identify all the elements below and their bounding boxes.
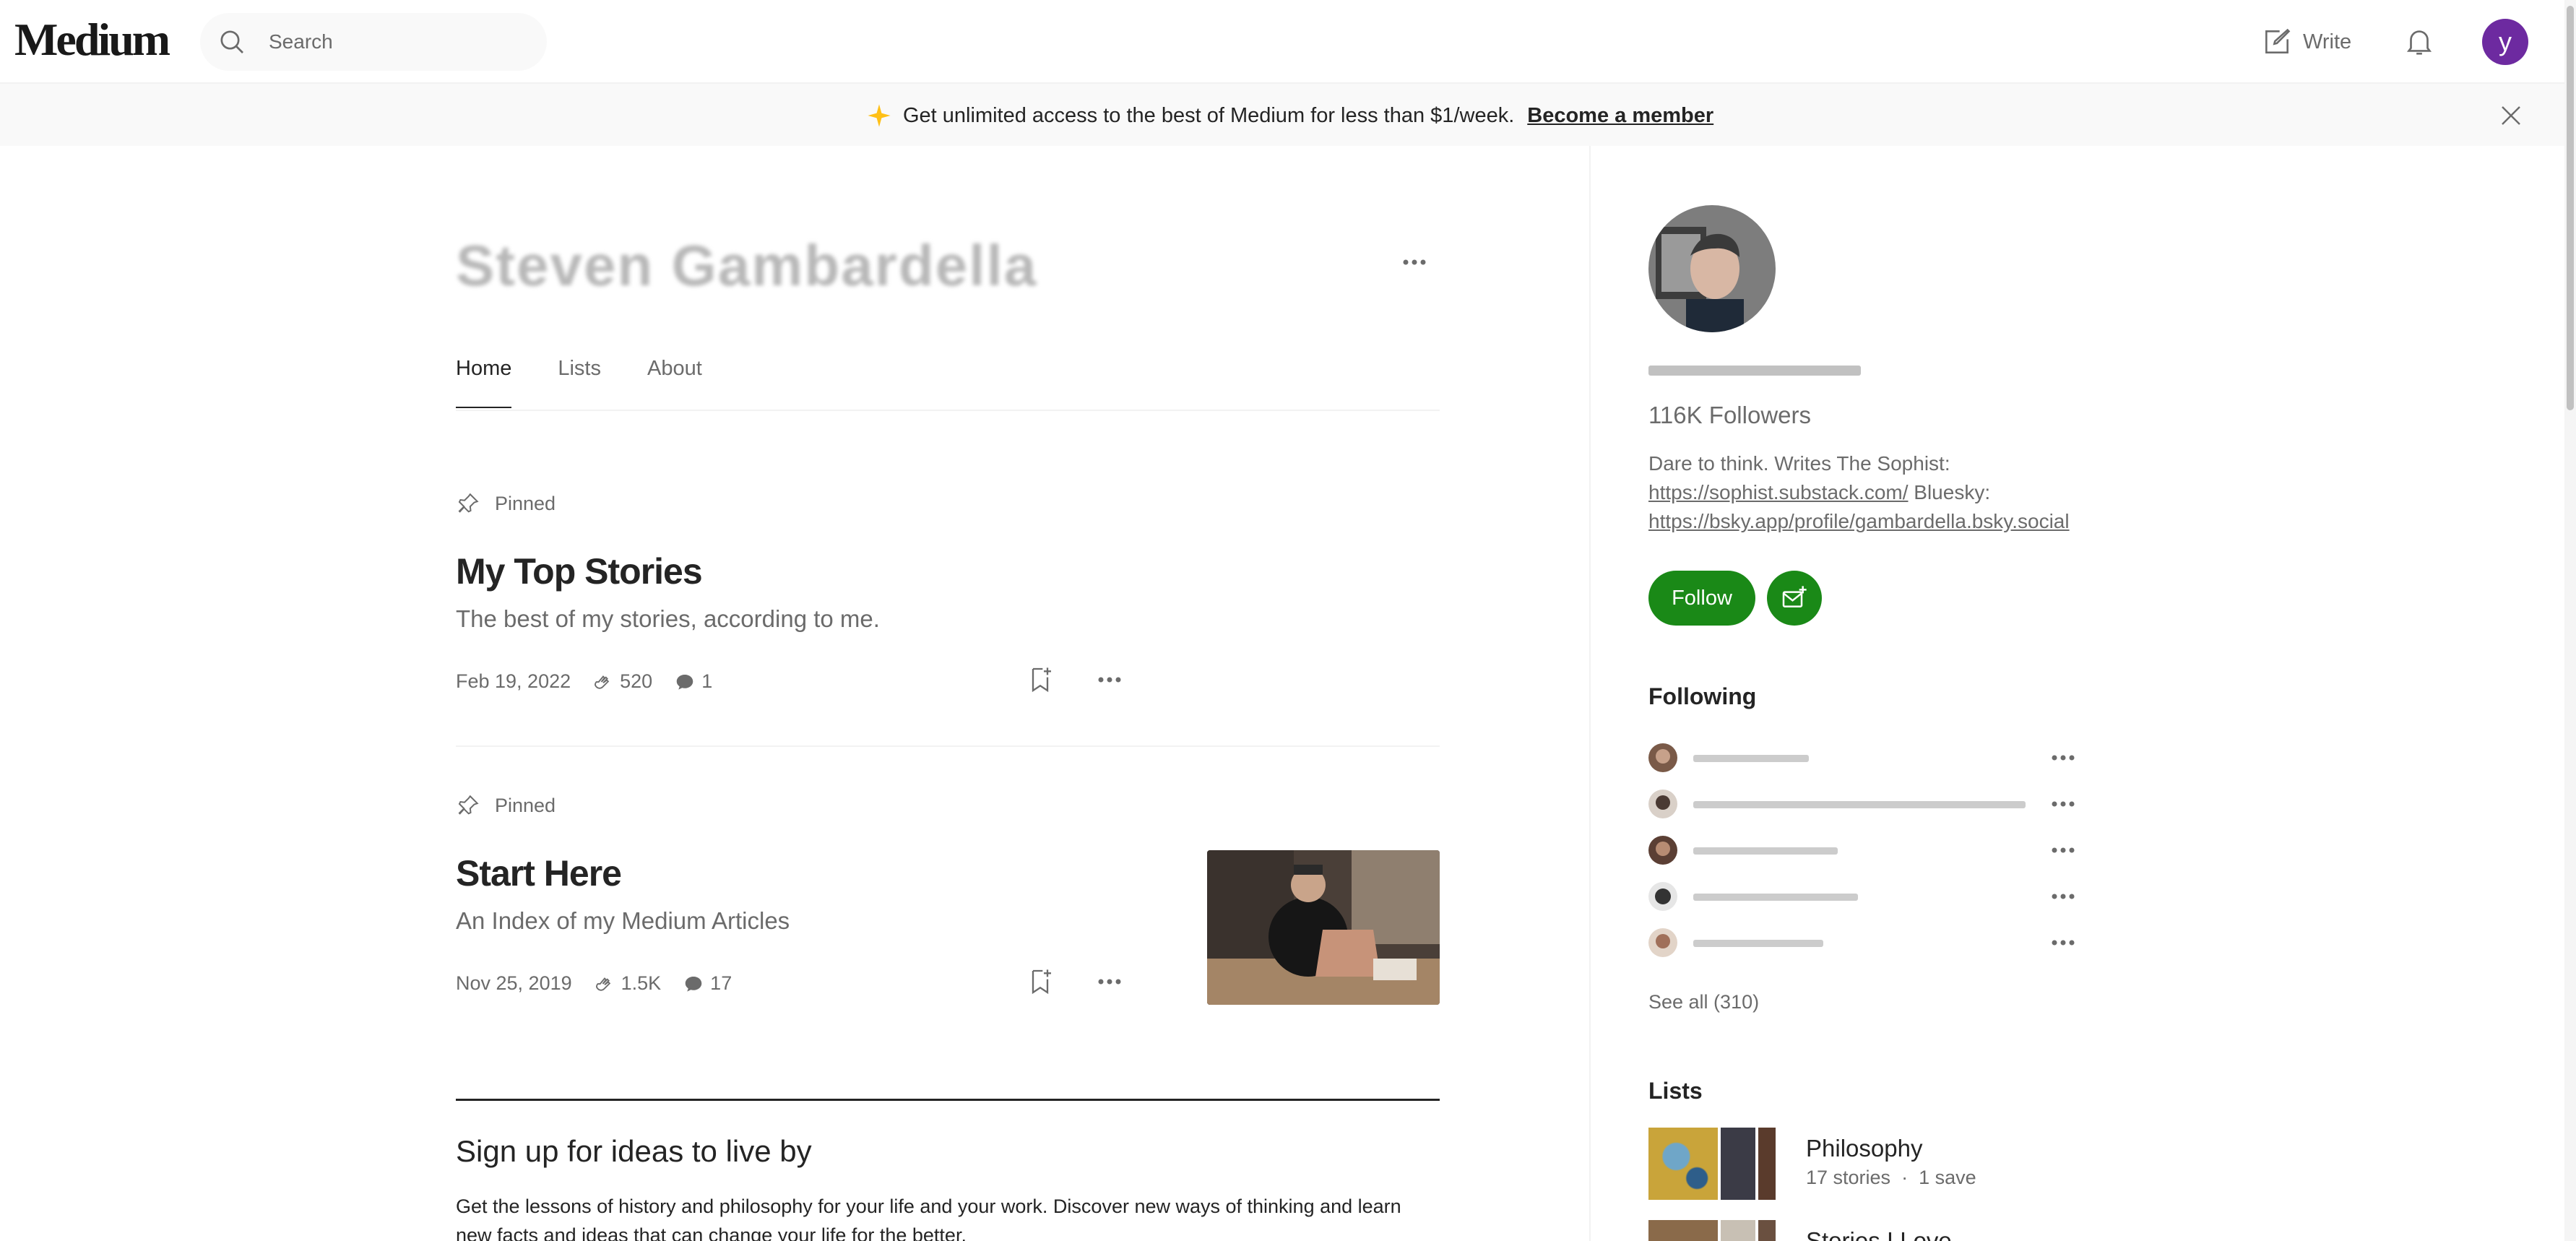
following-item[interactable] [1648, 927, 2079, 959]
followers-count[interactable]: 116K Followers [1648, 402, 1811, 429]
post-subtitle[interactable]: The best of my stories, according to me. [456, 605, 880, 633]
claps-count[interactable]: 520 [592, 670, 652, 693]
list-meta: 17 stories · 1 save [1806, 1167, 1976, 1188]
banner-text: Get unlimited access to the best of Medi… [903, 103, 1515, 127]
sidebar-divider [1589, 146, 1591, 1241]
post-date: Nov 25, 2019 [456, 972, 572, 994]
write-icon [2265, 28, 2291, 53]
search-box[interactable] [200, 13, 547, 71]
bluesky-link[interactable]: https://bsky.app/profile/gambardella.bsk… [1648, 510, 2070, 532]
claps-count[interactable]: 1.5K [594, 972, 661, 995]
substack-link[interactable]: https://sophist.substack.com/ [1648, 481, 1909, 503]
clap-icon [595, 675, 610, 689]
membership-banner: Get unlimited access to the best of Medi… [0, 84, 2564, 146]
responses-count[interactable]: 1 [674, 670, 712, 693]
more-options-icon[interactable] [2049, 840, 2078, 860]
tabs-underline [456, 410, 1440, 411]
following-name-blurred [1693, 801, 2026, 808]
post-meta: Feb 19, 2022 520 1 [456, 670, 712, 693]
following-avatar [1648, 790, 1677, 818]
list-name[interactable]: Philosophy [1806, 1135, 1922, 1162]
bookmark-add-icon[interactable] [1026, 665, 1055, 694]
more-options-icon[interactable] [2049, 886, 2078, 907]
tab-about[interactable]: About [647, 357, 702, 408]
profile-tabs: Home Lists About [456, 357, 702, 408]
bookmark-add-icon[interactable] [1026, 967, 1055, 996]
more-options-icon[interactable] [2049, 748, 2078, 768]
following-name-blurred [1693, 894, 1858, 901]
top-navbar: Medium Write y [0, 0, 2576, 84]
pin-icon [458, 493, 479, 513]
scrollbar-thumb[interactable] [2567, 6, 2574, 410]
following-avatar [1648, 836, 1677, 865]
following-name-blurred [1693, 755, 1809, 762]
following-item[interactable] [1648, 881, 2079, 912]
mail-plus-icon [1782, 586, 1807, 607]
list-item[interactable]: Philosophy 17 stories · 1 save [1648, 1128, 2082, 1200]
subscribe-email-button[interactable] [1767, 571, 1822, 626]
post-divider [456, 745, 1440, 747]
signup-title: Sign up for ideas to live by [456, 1134, 812, 1168]
following-item[interactable] [1648, 834, 2079, 866]
following-heading: Following [1648, 683, 1757, 709]
follow-button[interactable]: Follow [1648, 571, 1755, 626]
comment-icon [685, 976, 702, 992]
author-bio: Dare to think. Writes The Sophist: https… [1648, 449, 2096, 536]
more-options-icon[interactable] [2049, 794, 2078, 814]
following-name-blurred [1693, 940, 1823, 947]
list-name[interactable]: Stories I Love [1806, 1227, 1952, 1241]
following-item[interactable] [1648, 788, 2079, 820]
more-options-icon[interactable] [1095, 669, 1124, 691]
more-options-icon[interactable] [2049, 933, 2078, 953]
pin-icon [458, 795, 479, 815]
search-icon [220, 30, 243, 53]
more-options-icon[interactable] [1095, 971, 1124, 993]
tab-lists[interactable]: Lists [558, 357, 601, 408]
lists-heading: Lists [1648, 1078, 1703, 1104]
post-date: Feb 19, 2022 [456, 670, 571, 692]
become-member-link[interactable]: Become a member [1527, 104, 1713, 128]
responses-count[interactable]: 17 [683, 972, 732, 995]
write-button[interactable]: Write [2261, 25, 2351, 59]
following-avatar [1648, 928, 1677, 957]
clap-icon [595, 977, 610, 991]
write-label: Write [2303, 30, 2352, 53]
following-avatar [1648, 882, 1677, 911]
more-options-icon[interactable] [1400, 251, 1429, 273]
post-thumbnail-image[interactable] [1207, 850, 1440, 1005]
close-icon[interactable] [2498, 103, 2524, 129]
bio-text: Bluesky: [1914, 481, 1991, 503]
search-input[interactable] [269, 27, 529, 56]
user-avatar[interactable]: y [2482, 19, 2528, 65]
medium-logo[interactable]: Medium [14, 13, 170, 66]
pinned-label: Pinned [456, 491, 556, 516]
post-subtitle[interactable]: An Index of my Medium Articles [456, 907, 790, 935]
post-title[interactable]: My Top Stories [456, 550, 703, 592]
sparkle-icon [868, 104, 891, 127]
list-thumbnails [1648, 1128, 1778, 1200]
following-name-blurred [1693, 847, 1838, 855]
signup-divider [456, 1099, 1440, 1101]
pinned-label: Pinned [456, 793, 556, 818]
see-all-following-link[interactable]: See all (310) [1648, 991, 1759, 1013]
post-title[interactable]: Start Here [456, 852, 622, 894]
post-meta: Nov 25, 2019 1.5K 17 [456, 972, 732, 995]
bio-text: Dare to think. Writes The Sophist: [1648, 452, 1950, 475]
notifications-bell-icon[interactable] [2403, 23, 2436, 59]
tab-home[interactable]: Home [456, 357, 512, 408]
following-item[interactable] [1648, 742, 2079, 774]
signup-body: Get the lessons of history and philosoph… [456, 1195, 1401, 1241]
list-item[interactable]: Stories I Love [1648, 1220, 2082, 1241]
following-avatar [1648, 743, 1677, 772]
comment-icon [676, 674, 693, 690]
list-thumbnails [1648, 1220, 1778, 1241]
profile-name-heading: Steven Gambardella [456, 233, 1038, 298]
author-name-blurred [1648, 366, 1861, 376]
author-avatar[interactable] [1648, 205, 1776, 332]
